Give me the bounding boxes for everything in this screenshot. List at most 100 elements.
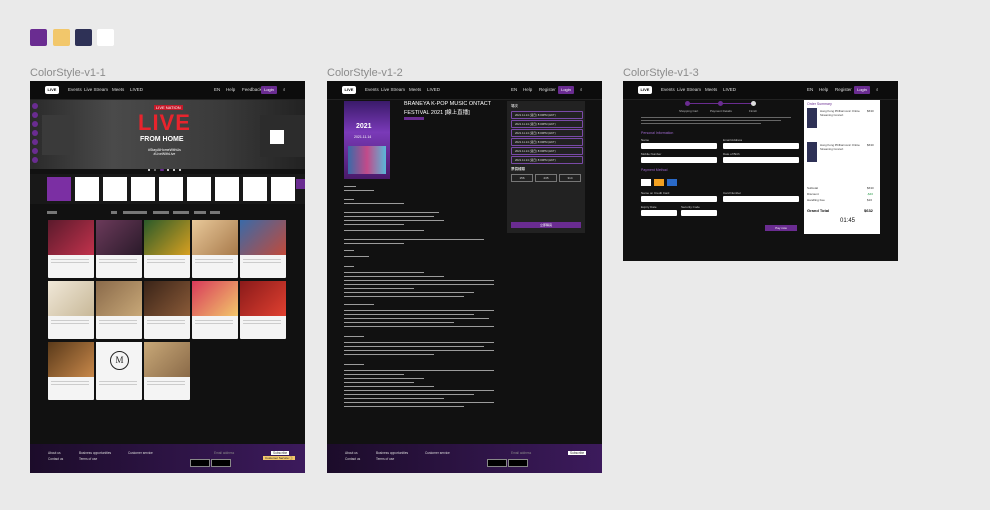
event-card[interactable] xyxy=(48,220,94,278)
partner-logo[interactable] xyxy=(215,177,239,201)
pay-button[interactable]: Pay now xyxy=(765,225,797,231)
login-button[interactable]: Login xyxy=(261,86,277,94)
session-slot[interactable]: 2021.11.14 (週日) 8:00PM (HKT) xyxy=(511,138,583,146)
instagram-icon[interactable] xyxy=(32,112,38,118)
app-store-badge[interactable] xyxy=(190,459,210,467)
weibo-icon[interactable] xyxy=(32,139,38,145)
line-icon[interactable] xyxy=(32,157,38,163)
twitter-icon[interactable] xyxy=(32,130,38,136)
session-slot[interactable]: 2021.11.14 (週日) 8:00PM (HKT) xyxy=(511,129,583,137)
nav-live-stream[interactable]: Live Stream xyxy=(84,87,108,92)
nav-register[interactable]: Register xyxy=(539,87,556,92)
nav-register[interactable]: Register xyxy=(835,87,852,92)
dob-input[interactable] xyxy=(723,157,799,163)
nav-lived[interactable]: LIVED xyxy=(427,87,440,92)
partner-logo[interactable] xyxy=(75,177,99,201)
footer-contact[interactable]: Contact us xyxy=(48,457,63,461)
subscribe-button[interactable]: Subscribe xyxy=(568,451,587,455)
card-name-input[interactable] xyxy=(641,196,717,202)
nav-feedback[interactable]: Feedback xyxy=(242,87,262,92)
email-input[interactable] xyxy=(723,143,799,149)
partner-logo[interactable] xyxy=(47,177,71,201)
partner-logo[interactable] xyxy=(131,177,155,201)
chevron-right-icon[interactable] xyxy=(296,179,305,189)
footer-cs[interactable]: Customer service xyxy=(425,451,450,455)
logo[interactable]: LIVE xyxy=(638,86,652,94)
event-card[interactable] xyxy=(192,220,238,278)
price-option[interactable]: 156 xyxy=(511,174,533,182)
price-option[interactable]: 314 xyxy=(559,174,581,182)
filter-row[interactable] xyxy=(47,211,287,215)
event-card[interactable] xyxy=(192,281,238,339)
nav-lived[interactable]: LIVED xyxy=(130,87,143,92)
partner-logo[interactable] xyxy=(187,177,211,201)
nav-help[interactable]: Help xyxy=(226,87,235,92)
nav-meets[interactable]: Meets xyxy=(409,87,421,92)
footer-biz[interactable]: Business opportunities xyxy=(79,451,111,455)
cookie-bar[interactable]: Customer Service ⓘ xyxy=(263,456,295,460)
event-card[interactable] xyxy=(144,220,190,278)
event-card[interactable] xyxy=(48,281,94,339)
expiry-input[interactable] xyxy=(641,210,677,216)
card-number-input[interactable] xyxy=(723,196,799,202)
event-card[interactable] xyxy=(96,281,142,339)
carousel-dots[interactable] xyxy=(148,169,188,172)
nav-live-stream[interactable]: Live Stream xyxy=(381,87,405,92)
session-slot[interactable]: 2021.11.14 (週日) 8:00PM (HKT) xyxy=(511,111,583,119)
subscribe-button[interactable]: Subscribe xyxy=(271,451,290,455)
event-card[interactable] xyxy=(144,342,190,400)
nav-meets[interactable]: Meets xyxy=(705,87,717,92)
session-slot[interactable]: 2021.11.14 (週日) 8:00PM (HKT) xyxy=(511,120,583,128)
facebook-icon[interactable] xyxy=(32,103,38,109)
nav-events[interactable]: Events xyxy=(365,87,379,92)
name-input[interactable] xyxy=(641,143,717,149)
login-button[interactable]: Login xyxy=(558,86,574,94)
partner-logo[interactable] xyxy=(271,177,295,201)
event-card[interactable] xyxy=(144,281,190,339)
footer-biz[interactable]: Business opportunities xyxy=(376,451,408,455)
footer-about[interactable]: About us xyxy=(345,451,358,455)
footer-terms[interactable]: Terms of use xyxy=(376,457,394,461)
session-slot[interactable]: 2021.11.14 (週日) 8:00PM (HKT) xyxy=(511,156,583,164)
nav-events[interactable]: Events xyxy=(68,87,82,92)
partner-logo[interactable] xyxy=(103,177,127,201)
event-card[interactable] xyxy=(240,281,286,339)
share-icons[interactable] xyxy=(404,117,424,120)
youtube-icon[interactable] xyxy=(32,121,38,127)
footer-contact[interactable]: Contact us xyxy=(345,457,360,461)
buy-button[interactable]: 立即購買 xyxy=(511,222,581,228)
nav-lang[interactable]: EN xyxy=(807,87,813,92)
partner-logo[interactable] xyxy=(243,177,267,201)
email-field[interactable]: Email address xyxy=(214,451,234,455)
footer-about[interactable]: About us xyxy=(48,451,61,455)
event-card[interactable] xyxy=(240,220,286,278)
email-field[interactable]: Email address xyxy=(511,451,531,455)
nav-meets[interactable]: Meets xyxy=(112,87,124,92)
hero-banner[interactable]: LIVE NATION LIVE FROM HOME #StayAtHomeWi… xyxy=(30,100,305,169)
event-card[interactable] xyxy=(96,220,142,278)
amex-icon[interactable] xyxy=(667,179,677,186)
event-card[interactable] xyxy=(48,342,94,400)
search-icon[interactable]: ⌕ xyxy=(283,87,286,92)
app-store-badge[interactable] xyxy=(487,459,507,467)
visa-icon[interactable] xyxy=(641,179,651,186)
search-icon[interactable]: ⌕ xyxy=(876,87,879,92)
google-play-badge[interactable] xyxy=(211,459,231,467)
nav-help[interactable]: Help xyxy=(523,87,532,92)
search-icon[interactable]: ⌕ xyxy=(580,87,583,92)
nav-lang[interactable]: EN xyxy=(511,87,517,92)
footer-cs[interactable]: Customer service xyxy=(128,451,153,455)
mobile-input[interactable] xyxy=(641,157,717,163)
event-card[interactable]: M xyxy=(96,342,142,400)
session-slot[interactable]: 2021.11.14 (週日) 8:00PM (HKT) xyxy=(511,147,583,155)
wechat-icon[interactable] xyxy=(32,148,38,154)
nav-help[interactable]: Help xyxy=(819,87,828,92)
login-button[interactable]: Login xyxy=(854,86,870,94)
logo[interactable]: LIVE xyxy=(342,86,356,94)
google-play-badge[interactable] xyxy=(508,459,528,467)
nav-lived[interactable]: LIVED xyxy=(723,87,736,92)
nav-lang[interactable]: EN xyxy=(214,87,220,92)
nav-live-stream[interactable]: Live Stream xyxy=(677,87,701,92)
partner-logo[interactable] xyxy=(159,177,183,201)
logo[interactable]: LIVE xyxy=(45,86,59,94)
